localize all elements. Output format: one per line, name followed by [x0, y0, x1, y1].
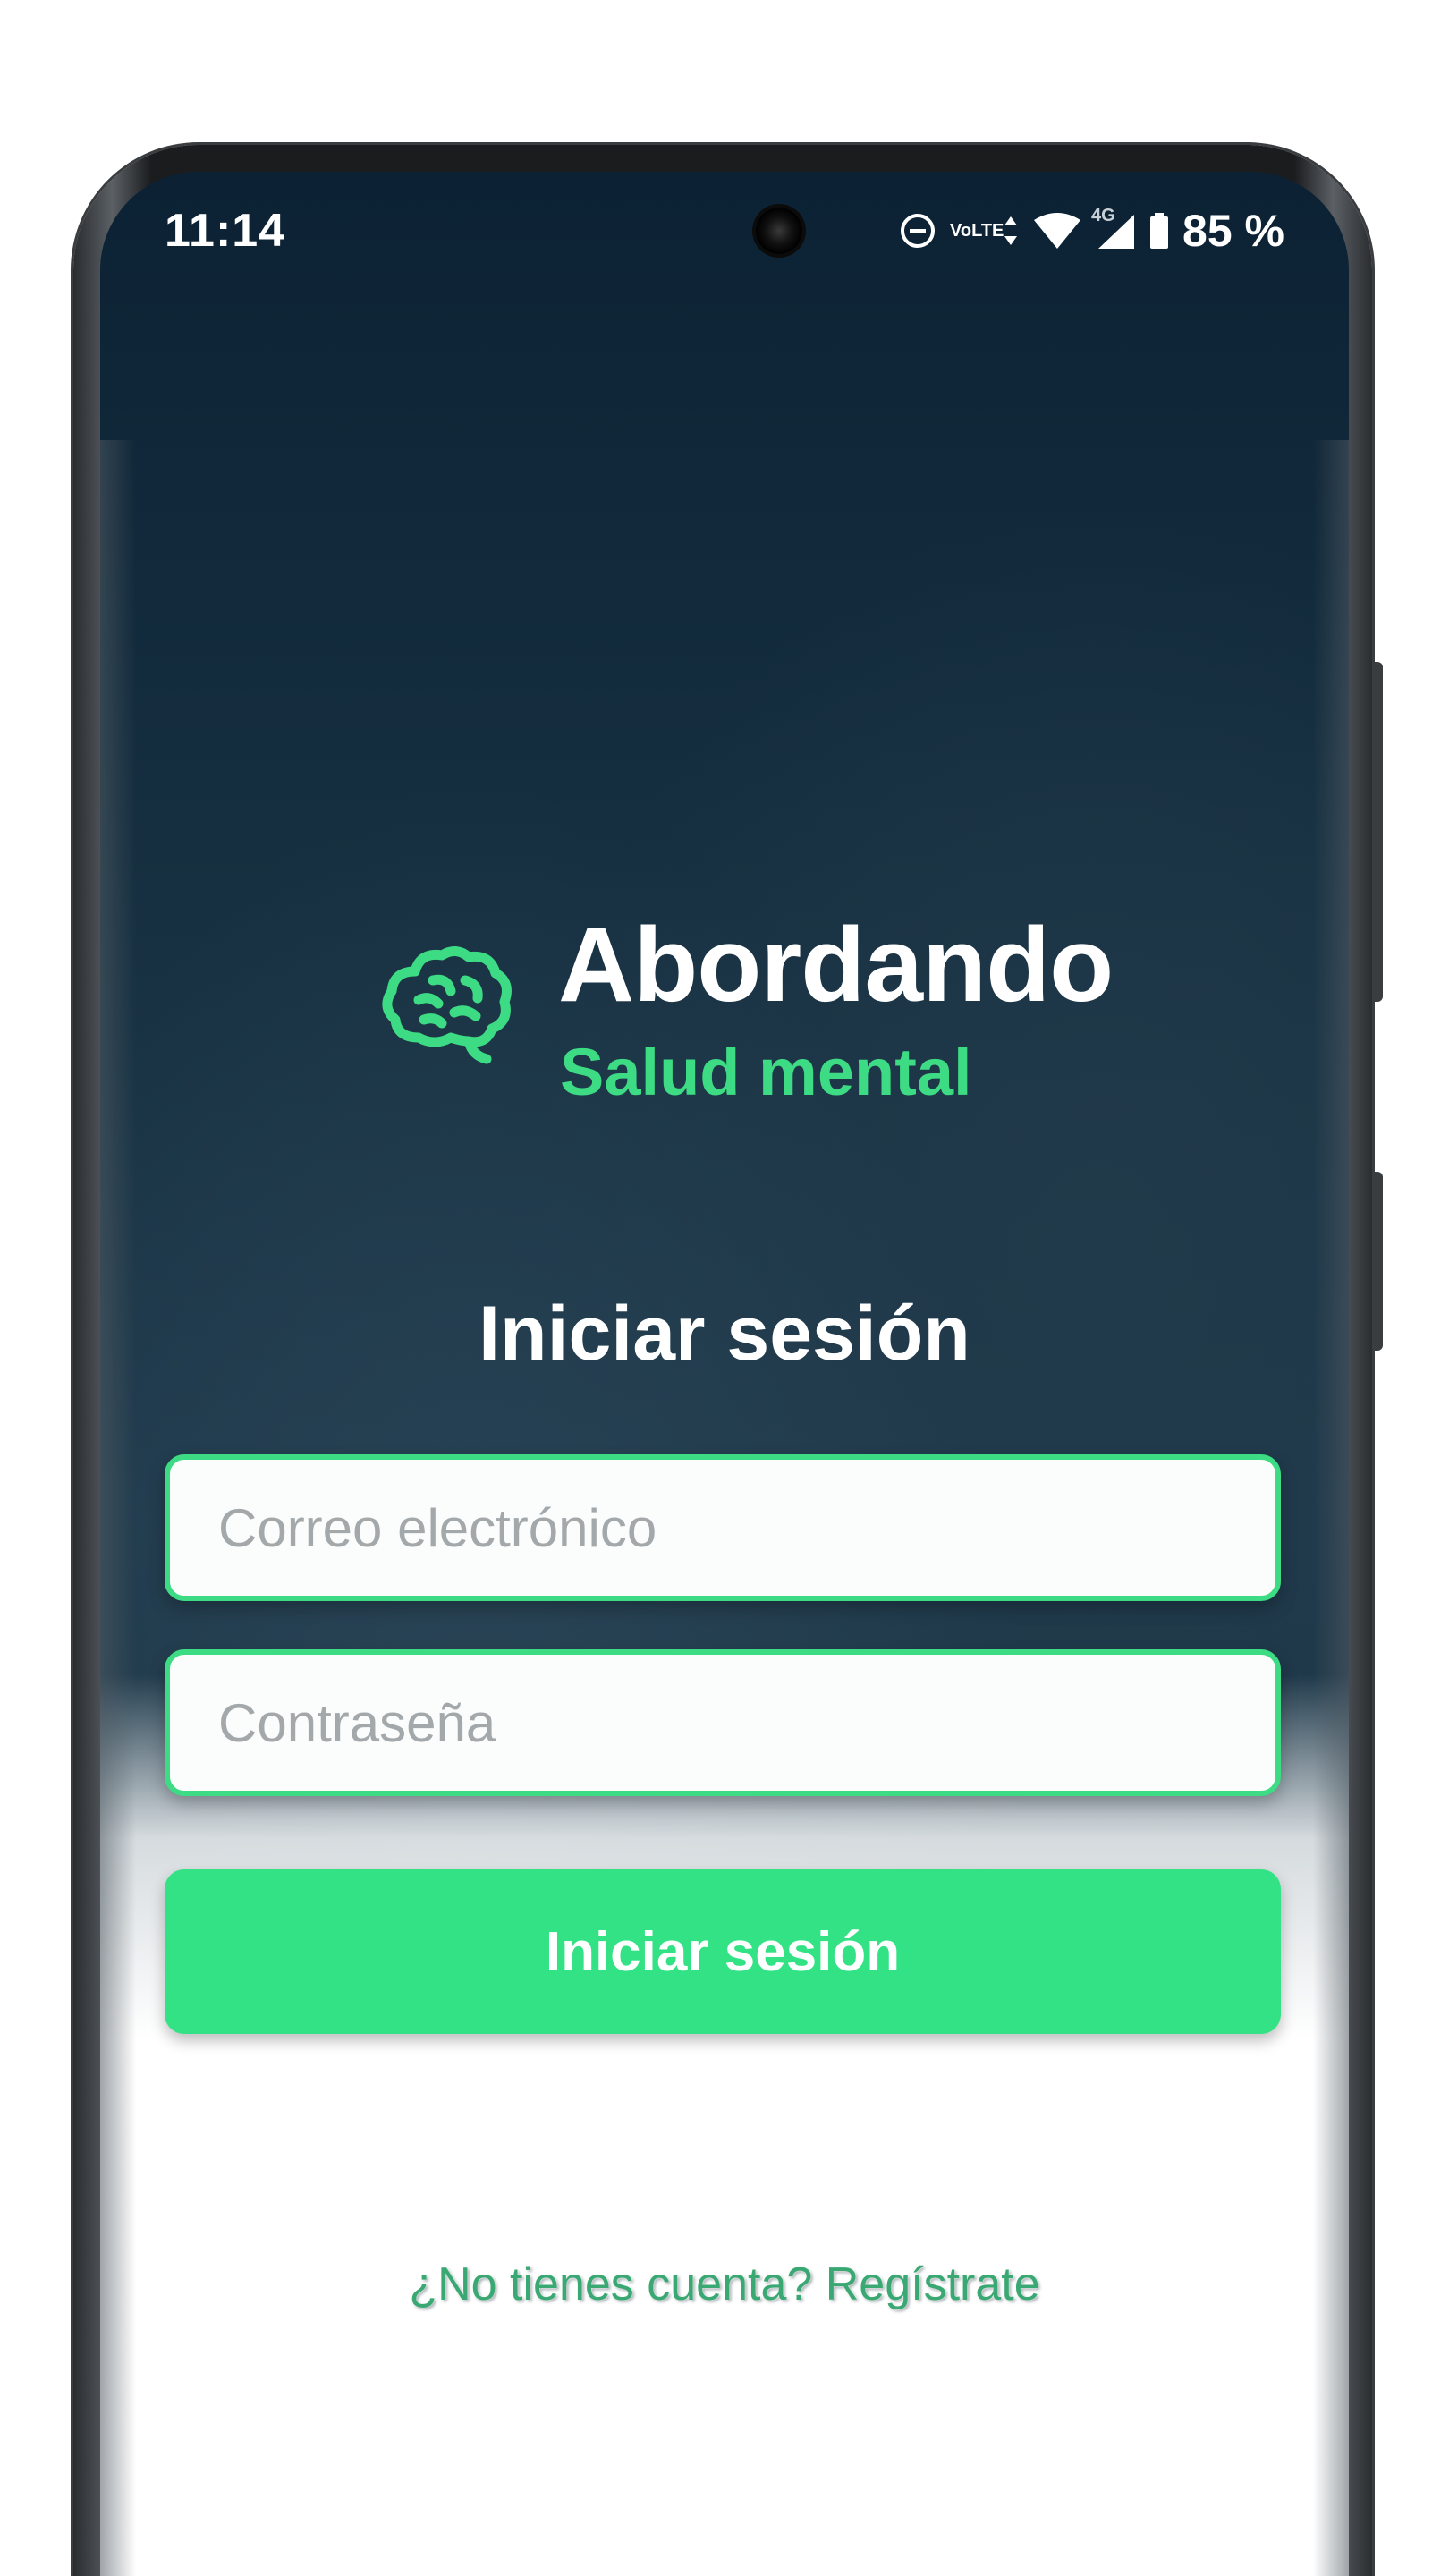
login-title: Iniciar sesión: [479, 1291, 970, 1377]
password-field[interactable]: [165, 1649, 1281, 1796]
wifi-icon: [1032, 211, 1082, 250]
signal-icon: 4G: [1091, 206, 1136, 250]
brand-header: Abordando Salud mental: [379, 898, 1114, 1113]
email-input[interactable]: [170, 1460, 1275, 1596]
screen-edge-left: [100, 440, 136, 2576]
status-icons: Vo LTE 4G 85 %: [898, 195, 1284, 267]
network-type-label: 4G: [1091, 206, 1115, 225]
battery-percent: 85 %: [1182, 206, 1284, 256]
app-subtitle: Salud mental: [560, 1035, 972, 1109]
front-camera: [756, 208, 802, 254]
password-input[interactable]: [170, 1655, 1275, 1791]
data-arrows-icon: [1002, 213, 1020, 249]
screen-fade: [100, 1674, 1349, 2576]
page: 11:14 Vo LTE 4G 85 % Abordando Salud men…: [0, 0, 1449, 2576]
login-button[interactable]: Iniciar sesión: [165, 1869, 1281, 2034]
email-field[interactable]: [165, 1454, 1281, 1601]
do-not-disturb-icon: [898, 211, 937, 250]
app-title: Abordando: [558, 906, 1114, 1024]
status-time: 11:14: [165, 205, 286, 257]
volte-bottom-label: LTE: [971, 221, 1004, 241]
brain-icon: [379, 945, 513, 1070]
status-bar: 11:14 Vo LTE 4G 85 %: [165, 195, 1284, 267]
battery-icon: [1148, 211, 1170, 250]
power-button: [1372, 1172, 1383, 1351]
register-link[interactable]: ¿No tienes cuenta? Regístrate: [100, 2258, 1349, 2311]
phone-screen: 11:14 Vo LTE 4G 85 % Abordando Salud men…: [100, 172, 1349, 2576]
volume-button: [1372, 662, 1383, 1002]
volte-icon: Vo LTE: [950, 221, 1004, 241]
screen-edge-right: [1313, 440, 1349, 2576]
volte-top-label: Vo: [950, 221, 972, 241]
